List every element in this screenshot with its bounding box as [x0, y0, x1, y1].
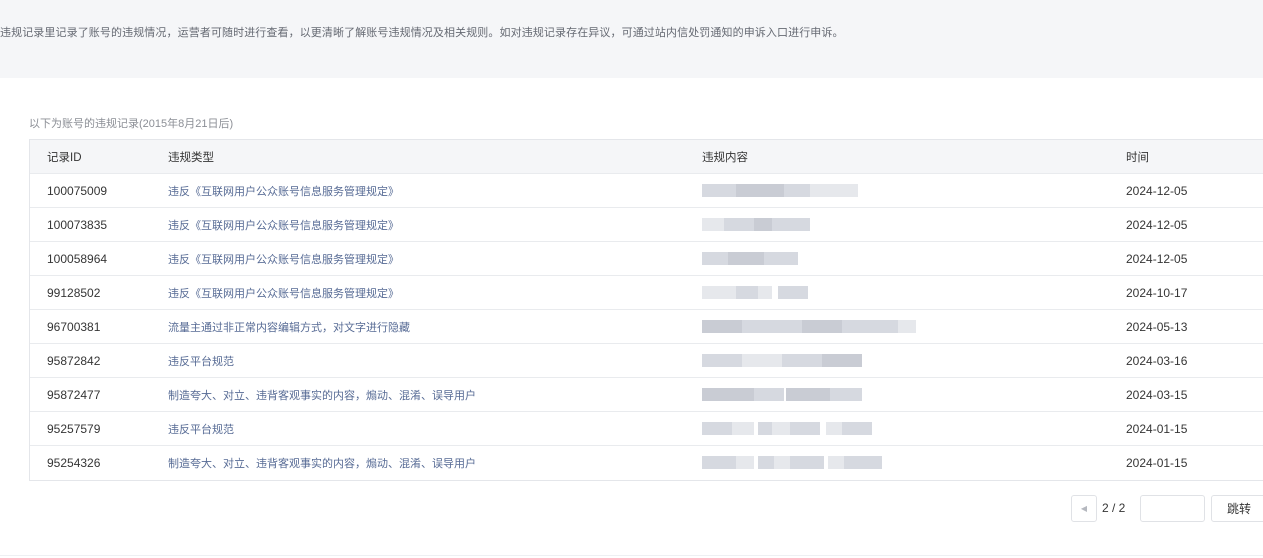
record-id: 95254326 [47, 456, 101, 470]
record-time: 2024-12-05 [1126, 251, 1188, 266]
table-row: 99128502 违反《互联网用户公众账号信息服务管理规定》 2024-10-1… [30, 276, 1263, 310]
table-row: 100058964 违反《互联网用户公众账号信息服务管理规定》 2024-12-… [30, 242, 1263, 276]
violation-type-link[interactable]: 违反平台规范 [154, 353, 684, 369]
bottom-divider [0, 555, 1263, 556]
record-id: 100073835 [47, 217, 108, 232]
notice-text: 违规记录里记录了账号的违规情况，运营者可随时进行查看，以更清晰了解账号违规情况及… [0, 27, 844, 39]
record-id: 95872842 [47, 353, 101, 368]
section-caption: 以下为账号的违规记录(2015年8月21日后) [29, 118, 234, 130]
record-id: 100075009 [47, 183, 108, 198]
record-id: 95872477 [47, 387, 101, 402]
record-time: 2024-10-17 [1126, 285, 1188, 300]
violation-type-link[interactable]: 违反《互联网用户公众账号信息服务管理规定》 [154, 251, 684, 267]
column-header-type: 违规类型 [168, 151, 214, 164]
record-id: 100058964 [47, 251, 108, 266]
table-row: 100075009 违反《互联网用户公众账号信息服务管理规定》 2024-12-… [30, 174, 1263, 208]
record-time: 2024-01-15 [1126, 456, 1188, 470]
violation-type-link[interactable]: 违反《互联网用户公众账号信息服务管理规定》 [154, 285, 684, 301]
violation-content-blurred [684, 412, 1109, 445]
table-row: 96700381 流量主通过非正常内容编辑方式，对文字进行隐藏 2024-05-… [30, 310, 1263, 344]
record-time: 2024-12-05 [1126, 217, 1188, 232]
violation-content-blurred [684, 242, 1109, 275]
jump-button[interactable]: 跳转 [1211, 495, 1263, 522]
violation-type-link[interactable]: 违反平台规范 [154, 421, 684, 437]
table-row: 95257579 违反平台规范 2024-01-15 [30, 412, 1263, 446]
page-jump-input[interactable] [1140, 495, 1205, 522]
column-header-time: 时间 [1126, 151, 1149, 164]
column-header-content: 违规内容 [684, 140, 1109, 173]
table-row: 100073835 违反《互联网用户公众账号信息服务管理规定》 2024-12-… [30, 208, 1263, 242]
table-row: 95872842 违反平台规范 2024-03-16 [30, 344, 1263, 378]
violation-content-blurred [684, 208, 1109, 241]
violation-type-link[interactable]: 违反《互联网用户公众账号信息服务管理规定》 [154, 217, 684, 233]
notice-banner: 违规记录里记录了账号的违规情况，运营者可随时进行查看，以更清晰了解账号违规情况及… [0, 0, 1263, 78]
violation-type-link[interactable]: 违反《互联网用户公众账号信息服务管理规定》 [154, 183, 684, 199]
violation-type-link[interactable]: 流量主通过非正常内容编辑方式，对文字进行隐藏 [154, 319, 684, 335]
record-time: 2024-03-16 [1126, 353, 1188, 368]
record-time: 2024-03-15 [1126, 387, 1188, 402]
pager-prev-button[interactable]: ◀ [1071, 495, 1097, 522]
table-row: 95872477 制造夸大、对立、违背客观事实的内容，煽动、混淆、误导用户 20… [30, 378, 1263, 412]
violation-content-blurred [684, 310, 1109, 343]
violation-table: 记录ID 违规类型 违规内容 时间 100075009 违反《互联网用户公众账号… [29, 139, 1263, 481]
violation-content-blurred [684, 174, 1109, 207]
table-row: 95254326 制造夸大、对立、违背客观事实的内容，煽动、混淆、误导用户 20… [30, 446, 1263, 480]
table-header-row: 记录ID 违规类型 违规内容 时间 [30, 140, 1263, 174]
violation-content-blurred [684, 378, 1109, 411]
column-header-id: 记录ID [47, 151, 82, 164]
record-id: 99128502 [47, 285, 101, 300]
violation-type-link[interactable]: 制造夸大、对立、违背客观事实的内容，煽动、混淆、误导用户 [154, 387, 684, 403]
record-id: 95257579 [47, 421, 101, 436]
column-header-content-label: 违规内容 [702, 151, 748, 164]
violation-content-blurred [684, 446, 1109, 480]
record-time: 2024-01-15 [1126, 421, 1188, 436]
violation-content-blurred [684, 344, 1109, 377]
record-time: 2024-05-13 [1126, 319, 1188, 334]
violation-content-blurred [684, 276, 1109, 309]
violation-type-link[interactable]: 制造夸大、对立、违背客观事实的内容，煽动、混淆、误导用户 [154, 455, 684, 471]
pager-count: 2 / 2 [1102, 501, 1126, 515]
record-time: 2024-12-05 [1126, 183, 1188, 198]
triangle-left-icon: ◀ [1080, 504, 1088, 513]
record-id: 96700381 [47, 319, 101, 334]
